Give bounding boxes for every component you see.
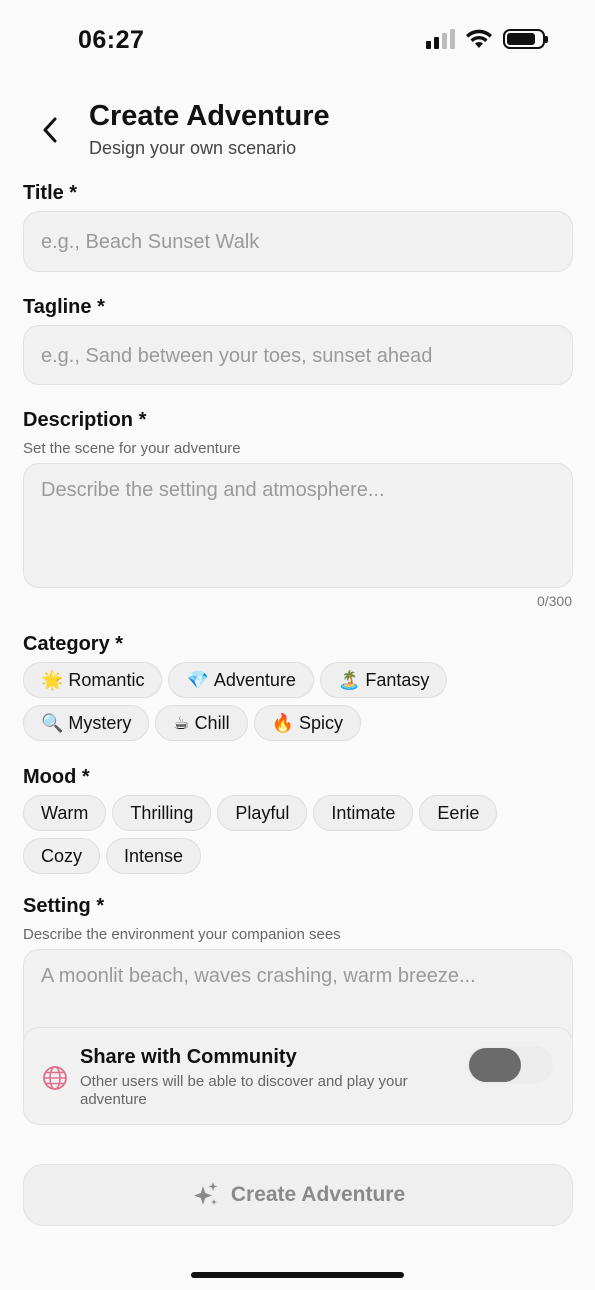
chip-label: Mystery (68, 712, 132, 733)
chip-label: Fantasy (365, 669, 430, 690)
mood-chip-cozy[interactable]: Cozy (23, 838, 101, 874)
chip-label: Romantic (68, 669, 145, 690)
mood-chip-thrilling[interactable]: Thrilling (112, 795, 212, 831)
sparkles-icon (193, 1182, 218, 1205)
mood-chip-intimate[interactable]: Intimate (313, 795, 414, 831)
home-indicator (191, 1272, 404, 1278)
category-chip-spicy[interactable]: 🔥 Spicy (253, 705, 362, 741)
category-chip-adventure[interactable]: 💎 Adventure (168, 662, 314, 698)
tagline-input[interactable]: e.g., Sand between your toes, sunset ahe… (23, 325, 573, 385)
cellular-signal-icon (426, 29, 455, 49)
star-icon: 🌟 (41, 669, 64, 690)
mood-chip-intense[interactable]: Intense (106, 838, 202, 874)
chip-label: Chill (194, 712, 230, 733)
setting-hint: Describe the environment your companion … (23, 926, 341, 943)
category-chip-chill[interactable]: ☕ Chill (155, 705, 248, 741)
category-label: Category * (23, 633, 124, 655)
gem-icon: 💎 (186, 669, 209, 690)
chip-label: Spicy (299, 712, 344, 733)
mood-chip-playful[interactable]: Playful (217, 795, 308, 831)
battery-icon (503, 29, 548, 49)
share-description: Other users will be able to discover and… (80, 1073, 408, 1108)
chevron-left-icon (43, 117, 57, 143)
status-bar: 06:27 (0, 0, 595, 80)
setting-label: Setting * (23, 895, 105, 917)
share-title: Share with Community (80, 1046, 297, 1068)
mood-label: Mood * (23, 766, 90, 788)
category-chip-romantic[interactable]: 🌟 Romantic (23, 662, 163, 698)
setting-textarea[interactable]: A moonlit beach, waves crashing, warm br… (23, 949, 573, 1039)
island-icon: 🏝️ (337, 669, 361, 690)
magnifier-icon: 🔍 (41, 712, 64, 733)
tagline-label: Tagline * (23, 296, 105, 318)
mood-chip-eerie[interactable]: Eerie (419, 795, 498, 831)
category-chip-mystery[interactable]: 🔍 Mystery (23, 705, 150, 741)
wifi-icon (466, 29, 492, 48)
mood-chip-warm[interactable]: Warm (23, 795, 107, 831)
globe-icon (43, 1066, 67, 1090)
fire-icon: 🔥 (271, 712, 294, 733)
status-icons (426, 28, 548, 50)
title-label: Title * (23, 182, 78, 204)
mood-chips: Warm Thrilling Playful Intimate Eerie Co… (23, 795, 573, 874)
category-chips: 🌟 Romantic 💎 Adventure 🏝️ Fantasy 🔍 Mystery … (23, 662, 573, 741)
description-textarea[interactable]: Describe the setting and atmosphere... (23, 463, 573, 588)
description-hint: Set the scene for your adventure (23, 440, 241, 457)
coffee-icon: ☕ (173, 712, 190, 733)
category-chip-fantasy[interactable]: 🏝️ Fantasy (319, 662, 448, 698)
chip-label: Adventure (213, 669, 296, 690)
description-label: Description * (23, 409, 147, 431)
create-button-label: Create Adventure (230, 1183, 406, 1206)
share-toggle[interactable] (467, 1046, 553, 1084)
status-time: 06:27 (78, 26, 145, 54)
page-title: Create Adventure (89, 100, 330, 132)
page-subtitle: Design your own scenario (89, 138, 297, 158)
create-adventure-button[interactable]: Create Adventure (23, 1164, 573, 1226)
toggle-knob (469, 1048, 521, 1082)
back-button[interactable] (30, 110, 70, 150)
header: Create Adventure Design your own scenari… (0, 96, 595, 166)
description-char-counter: 0/300 (536, 593, 572, 609)
title-input[interactable]: e.g., Beach Sunset Walk (23, 211, 573, 272)
share-community-card: Share with Community Other users will be… (23, 1027, 573, 1125)
